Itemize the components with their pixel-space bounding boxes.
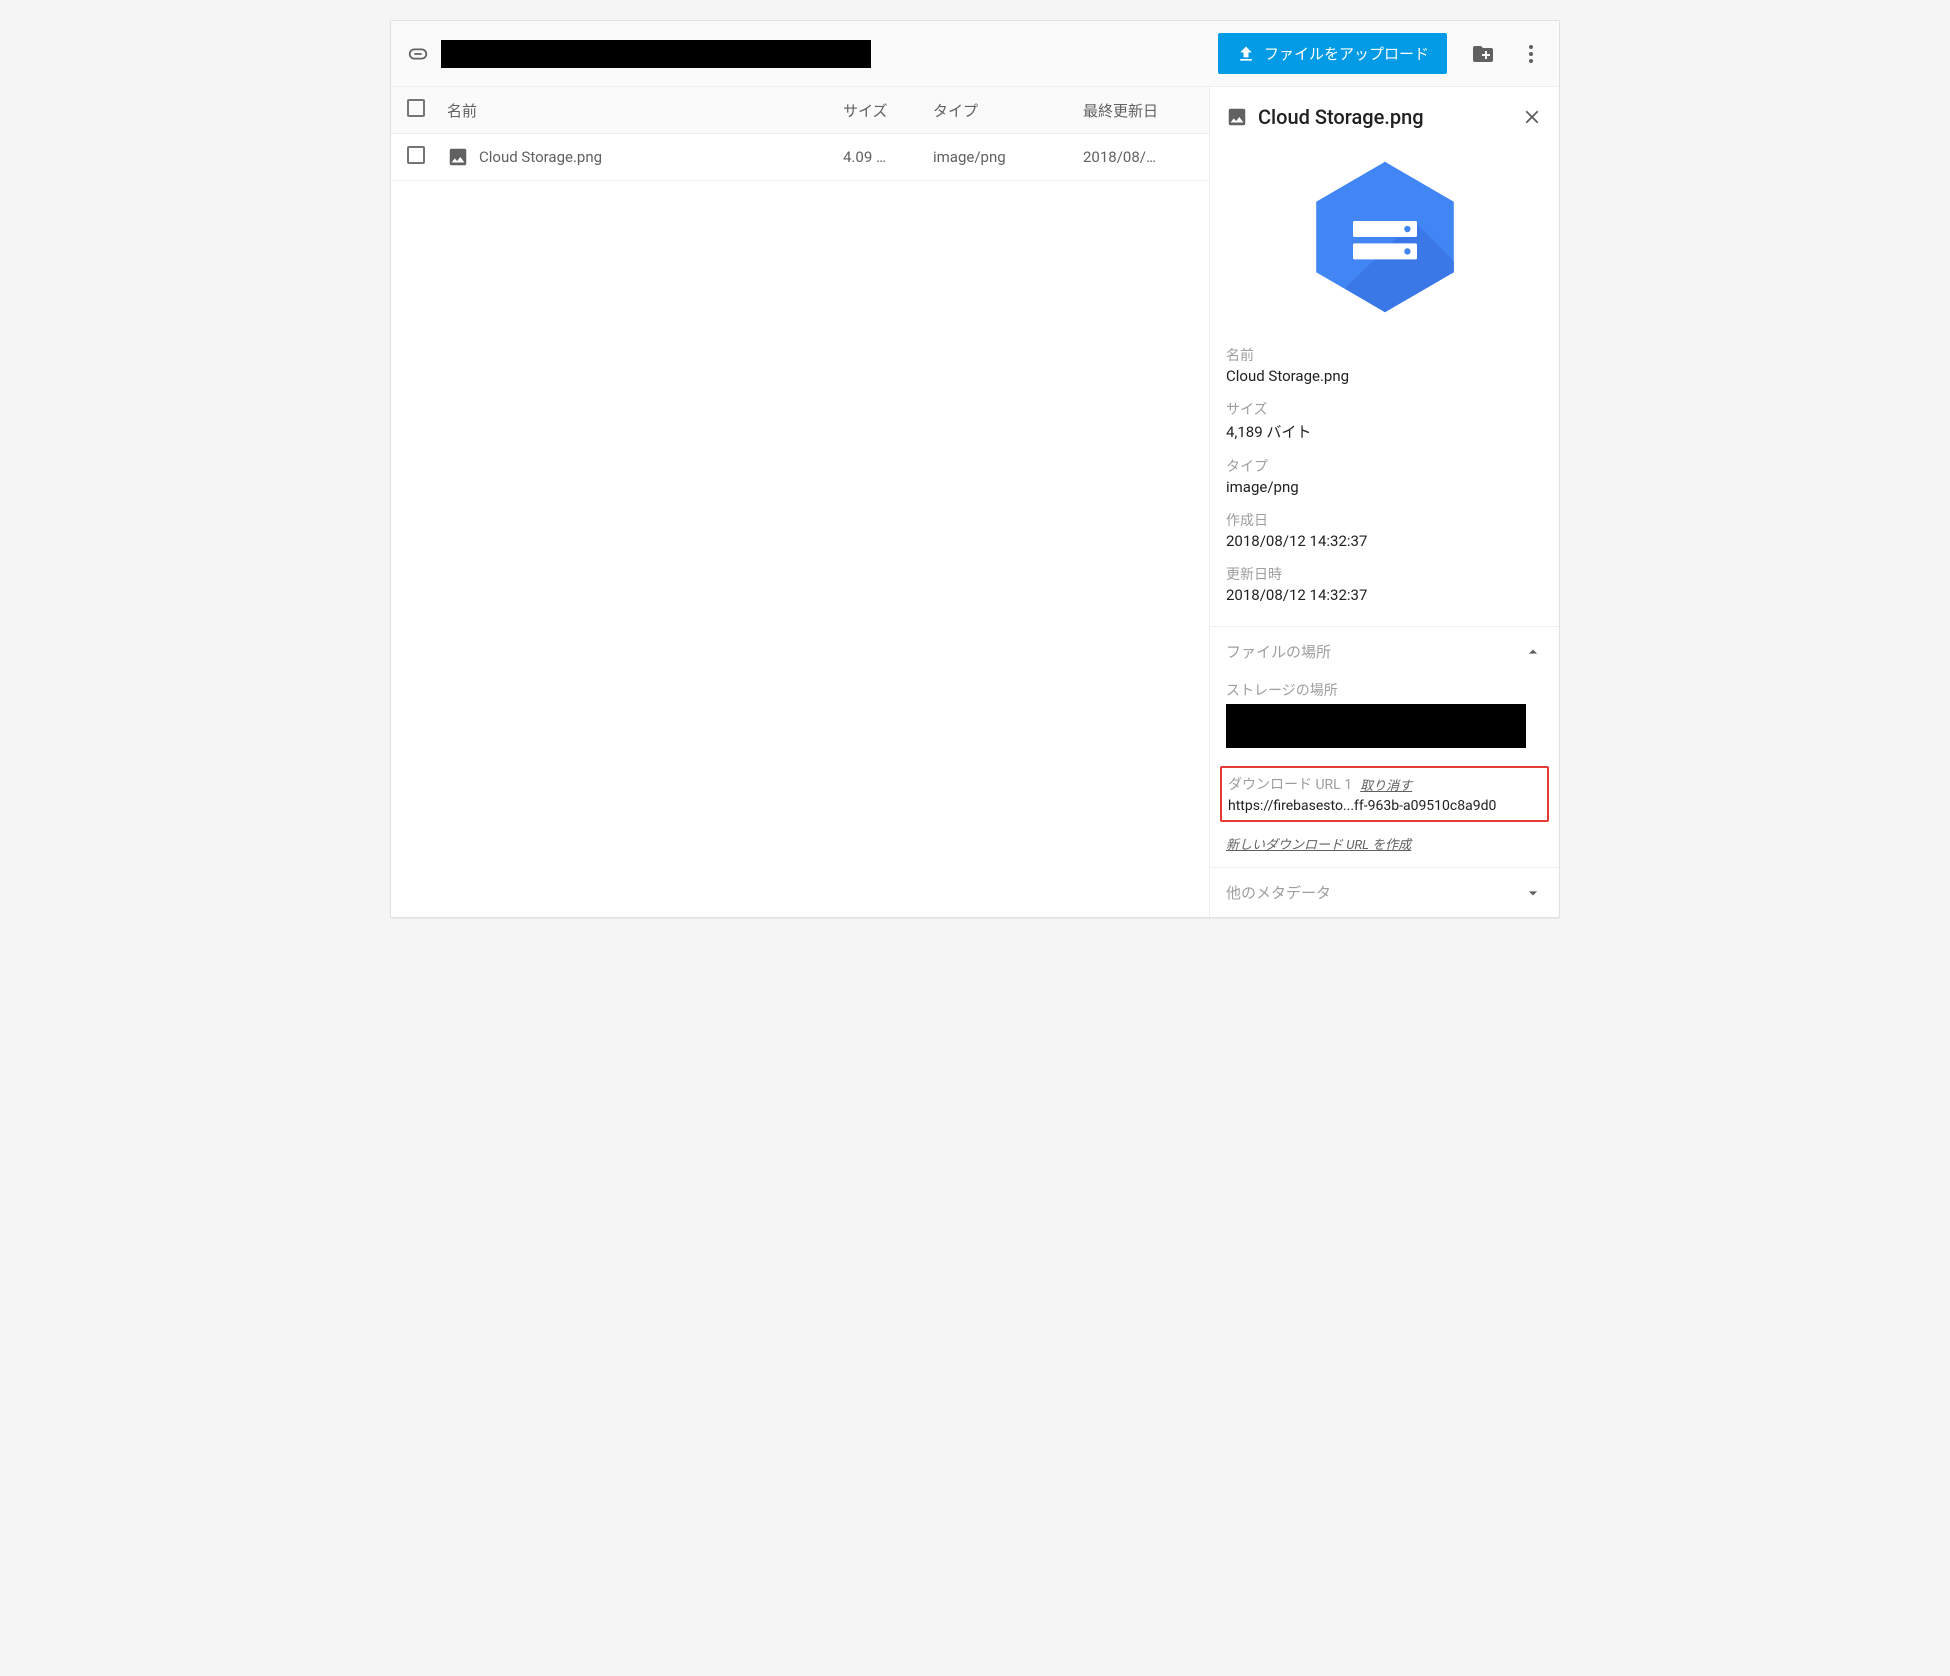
meta-updated-value: 2018/08/12 14:32:37 bbox=[1226, 586, 1543, 604]
file-location-section[interactable]: ファイルの場所 bbox=[1210, 626, 1559, 676]
link-icon bbox=[407, 43, 429, 65]
col-size-header[interactable]: サイズ bbox=[843, 100, 933, 121]
download-url-block: ダウンロード URL 1 取り消す https://firebasesto...… bbox=[1220, 766, 1549, 822]
upload-label: ファイルをアップロード bbox=[1264, 43, 1429, 64]
list-header: 名前 サイズ タイプ 最終更新日 bbox=[391, 87, 1209, 134]
cloud-storage-logo-icon bbox=[1305, 157, 1465, 317]
col-updated-header[interactable]: 最終更新日 bbox=[1083, 100, 1193, 121]
detail-panel: Cloud Storage.png 名前 Cloud Storage.png サ… bbox=[1209, 87, 1559, 917]
file-preview bbox=[1210, 137, 1559, 337]
other-metadata-label: 他のメタデータ bbox=[1226, 882, 1523, 903]
bucket-path-redacted bbox=[441, 40, 871, 68]
detail-title: Cloud Storage.png bbox=[1258, 105, 1521, 129]
upload-icon bbox=[1236, 44, 1256, 64]
row-updated: 2018/08/… bbox=[1083, 148, 1193, 166]
row-name: Cloud Storage.png bbox=[479, 148, 602, 166]
meta-name-value: Cloud Storage.png bbox=[1226, 367, 1543, 385]
chevron-down-icon bbox=[1523, 883, 1543, 903]
storage-panel: ファイルをアップロード 名前 サイズ タイプ 最終更新日 Cloud Stora… bbox=[390, 20, 1560, 918]
col-name-header[interactable]: 名前 bbox=[447, 100, 843, 121]
meta-updated-label: 更新日時 bbox=[1226, 564, 1543, 584]
meta-type-value: image/png bbox=[1226, 478, 1543, 496]
meta-size-value: 4,189 バイト bbox=[1226, 421, 1543, 442]
storage-loc-label: ストレージの場所 bbox=[1226, 680, 1543, 700]
meta-type-label: タイプ bbox=[1226, 456, 1543, 476]
file-list: 名前 サイズ タイプ 最終更新日 Cloud Storage.png 4.09 … bbox=[391, 87, 1209, 917]
file-location-label: ファイルの場所 bbox=[1226, 641, 1523, 662]
table-row[interactable]: Cloud Storage.png 4.09 … image/png 2018/… bbox=[391, 134, 1209, 181]
image-icon bbox=[1226, 106, 1248, 128]
storage-loc-redacted bbox=[1226, 704, 1526, 748]
meta-created-label: 作成日 bbox=[1226, 510, 1543, 530]
create-download-url-link[interactable]: 新しいダウンロード URL を作成 bbox=[1210, 830, 1559, 867]
row-type: image/png bbox=[933, 148, 1083, 166]
image-icon bbox=[447, 146, 469, 168]
more-menu-icon[interactable] bbox=[1519, 42, 1543, 66]
chevron-up-icon bbox=[1523, 642, 1543, 662]
row-checkbox[interactable] bbox=[407, 146, 425, 164]
upload-file-button[interactable]: ファイルをアップロード bbox=[1218, 33, 1447, 74]
other-metadata-section[interactable]: 他のメタデータ bbox=[1210, 867, 1559, 917]
col-type-header[interactable]: タイプ bbox=[933, 100, 1083, 121]
meta-created-value: 2018/08/12 14:32:37 bbox=[1226, 532, 1543, 550]
meta-name-label: 名前 bbox=[1226, 345, 1543, 365]
revoke-download-link[interactable]: 取り消す bbox=[1360, 775, 1412, 794]
row-size: 4.09 … bbox=[843, 148, 933, 166]
meta-size-label: サイズ bbox=[1226, 399, 1543, 419]
new-folder-icon[interactable] bbox=[1471, 42, 1495, 66]
close-icon[interactable] bbox=[1521, 106, 1543, 128]
select-all-checkbox[interactable] bbox=[407, 99, 425, 117]
download-url-label: ダウンロード URL 1 bbox=[1228, 774, 1352, 794]
download-url-value[interactable]: https://firebasesto...ff-963b-a09510c8a9… bbox=[1228, 798, 1541, 814]
toolbar: ファイルをアップロード bbox=[391, 21, 1559, 87]
